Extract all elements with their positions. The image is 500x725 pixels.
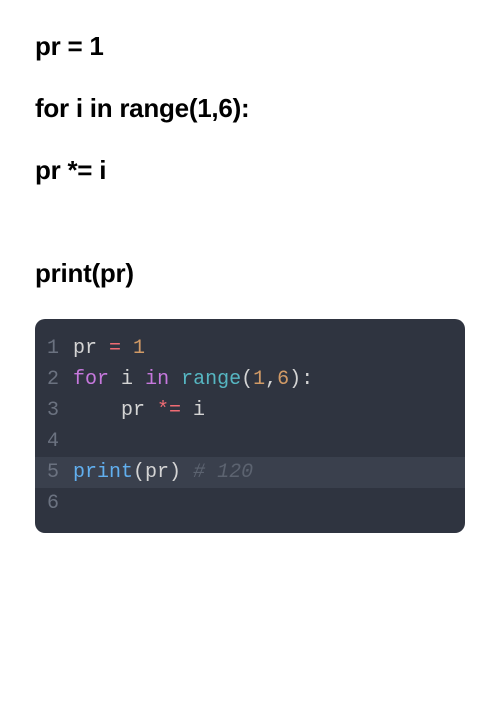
token-id: i [193,399,205,422]
code-line-5[interactable]: 5print(pr) # 120 [35,457,465,488]
token-kw: for [73,368,109,391]
token-var [181,461,193,484]
token-paren: ( [241,368,253,391]
token-comment: # 120 [193,461,253,484]
line-number: 2 [35,364,73,395]
line-number: 3 [35,395,73,426]
token-var: pr [73,337,109,360]
source-line-2: for i in range(1,6): [35,92,465,126]
token-var: pr [145,461,169,484]
token-num: 1 [133,337,145,360]
token-var [169,368,181,391]
code-line-3[interactable]: 3 pr *= i [35,395,465,426]
code-content[interactable]: for i in range(1,6): [73,364,465,395]
token-id: i [121,368,133,391]
code-line-2[interactable]: 2for i in range(1,6): [35,364,465,395]
token-comma: , [265,368,277,391]
code-content[interactable]: pr *= i [73,395,465,426]
token-var [109,368,121,391]
token-var [121,337,133,360]
source-line-1: pr = 1 [35,30,465,64]
token-op: *= [157,399,181,422]
token-fn: range [181,368,241,391]
token-paren: ) [289,368,301,391]
token-kw: in [145,368,169,391]
line-number: 4 [35,426,73,457]
token-var [181,399,193,422]
source-line-4: print(pr) [35,257,465,291]
token-paren: ) [169,461,181,484]
code-line-4[interactable]: 4 [35,426,465,457]
line-number: 5 [35,457,73,488]
source-line-3: pr *= i [35,154,465,188]
token-num: 6 [277,368,289,391]
code-line-6[interactable]: 6 [35,488,465,519]
line-number: 1 [35,333,73,364]
code-content[interactable]: print(pr) # 120 [73,457,465,488]
line-number: 6 [35,488,73,519]
token-paren: ( [133,461,145,484]
code-content[interactable]: pr = 1 [73,333,465,364]
token-call: print [73,461,133,484]
token-var [133,368,145,391]
code-editor[interactable]: 1pr = 12for i in range(1,6):3 pr *= i45p… [35,319,465,533]
token-var: : [301,368,313,391]
token-var: pr [73,399,157,422]
code-line-1[interactable]: 1pr = 1 [35,333,465,364]
token-op: = [109,337,121,360]
token-num: 1 [253,368,265,391]
